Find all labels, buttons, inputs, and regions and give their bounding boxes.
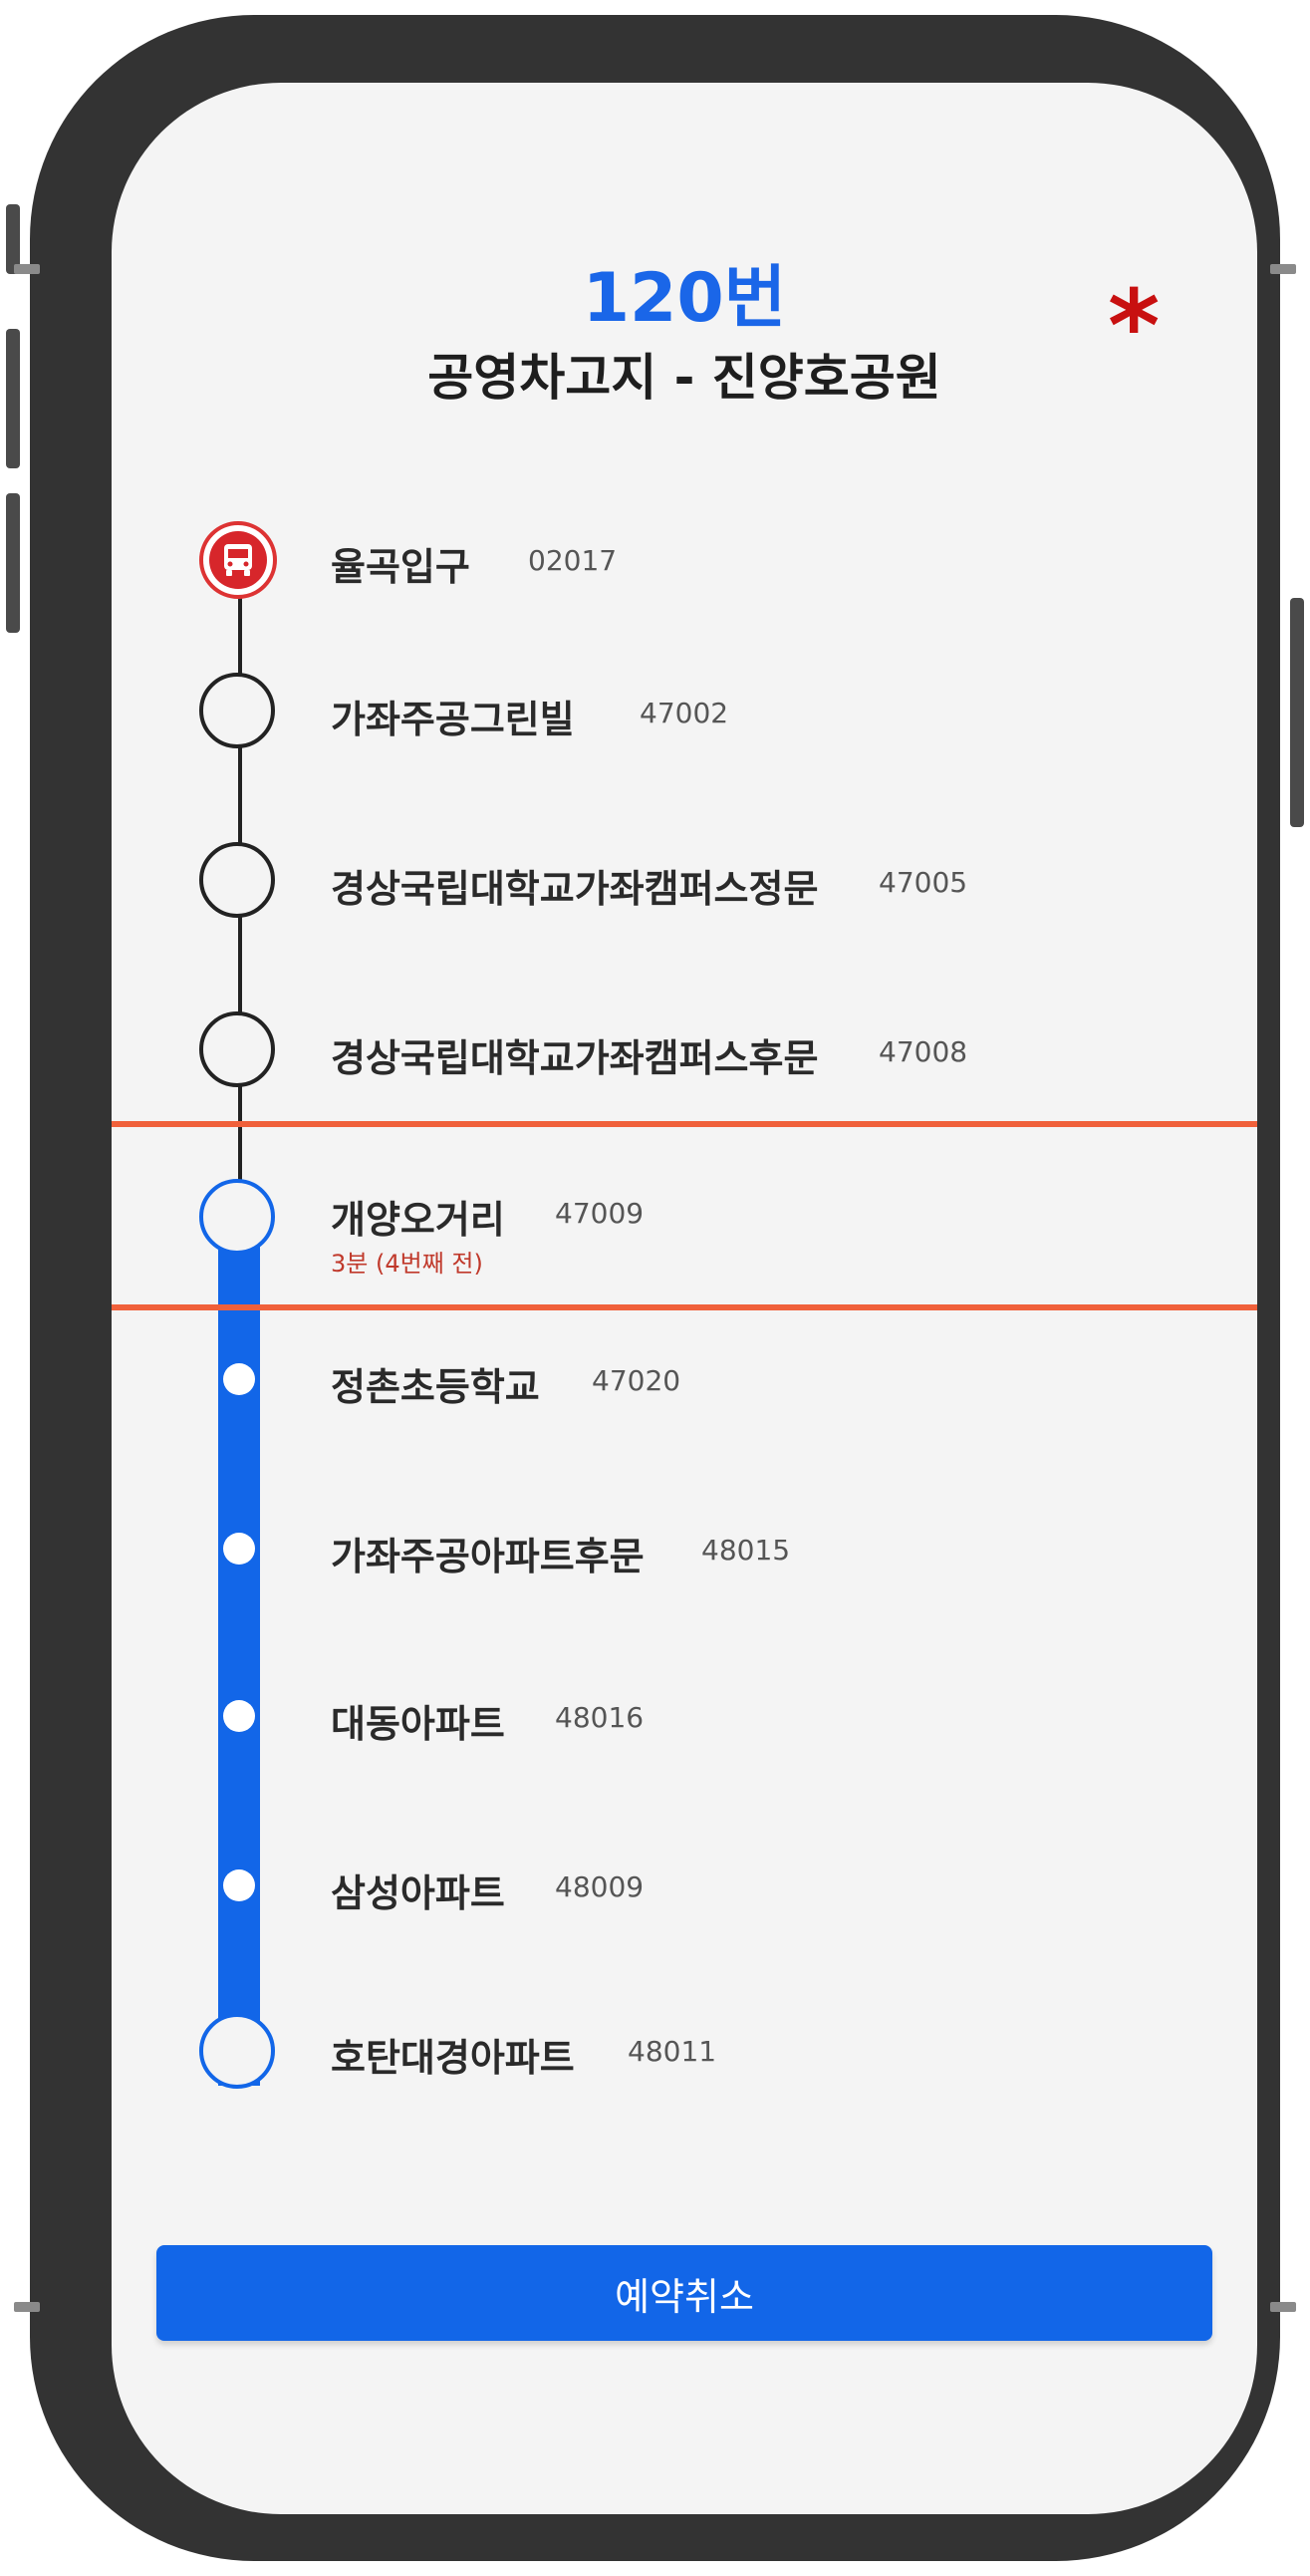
stop-marker xyxy=(199,2013,275,2089)
stop-code: 48016 xyxy=(555,1701,645,1734)
stop-code: 48015 xyxy=(701,1534,791,1567)
stop-marker xyxy=(199,673,275,748)
stop-code: 02017 xyxy=(528,544,618,577)
list-item[interactable]: 정촌초등학교 47020 xyxy=(112,1338,1257,1498)
stop-name: 개양오거리 xyxy=(331,1198,505,1242)
list-item[interactable]: 개양오거리 47009 3분 (4번째 전) xyxy=(112,1169,1257,1328)
list-item[interactable]: 대동아파트 48016 xyxy=(112,1675,1257,1835)
stop-code: 48011 xyxy=(628,2035,717,2068)
stop-marker xyxy=(199,1011,275,1087)
stop-code: 48009 xyxy=(555,1870,645,1903)
stop-code: 47005 xyxy=(879,866,968,899)
volume-down-button xyxy=(6,493,20,633)
stop-name: 대동아파트 xyxy=(331,1702,505,1746)
stop-marker xyxy=(223,1533,255,1565)
stop-code: 47020 xyxy=(592,1364,681,1397)
stop-name: 가좌주공그린빌 xyxy=(331,698,575,741)
frame-mark xyxy=(14,2302,40,2312)
stop-code: 47009 xyxy=(555,1197,645,1230)
stop-code: 47008 xyxy=(879,1035,968,1068)
list-item[interactable]: 율곡입구 02017 xyxy=(112,506,1257,666)
stop-name: 삼성아파트 xyxy=(331,1871,505,1915)
frame-mark xyxy=(1270,264,1296,274)
stop-name: 가좌주공아파트후문 xyxy=(331,1535,645,1578)
stop-marker xyxy=(223,1363,255,1395)
bus-icon xyxy=(209,531,267,589)
stop-name: 율곡입구 xyxy=(331,545,470,589)
stop-marker xyxy=(199,842,275,918)
frame-mark xyxy=(1270,2302,1296,2312)
route-number: 120번 xyxy=(582,259,787,338)
favorite-icon[interactable]: * xyxy=(1108,277,1160,377)
list-item[interactable]: 호탄대경아파트 48011 xyxy=(112,2001,1257,2160)
current-bus-marker xyxy=(199,521,277,599)
phone-frame: 120번 공영차고지 - 진양호공원 * 율곡입구 02017 가좌주공그린빌 … xyxy=(6,15,1304,2561)
list-item[interactable]: 경상국립대학교가좌캠퍼스정문 47005 xyxy=(112,830,1257,990)
app-screen: 120번 공영차고지 - 진양호공원 * 율곡입구 02017 가좌주공그린빌 … xyxy=(112,83,1257,2514)
volume-up-button xyxy=(6,329,20,468)
frame-mark xyxy=(14,264,40,274)
stop-name: 호탄대경아파트 xyxy=(331,2036,575,2080)
stop-name: 정촌초등학교 xyxy=(331,1365,540,1409)
stop-marker xyxy=(199,1179,275,1255)
stop-marker xyxy=(223,1869,255,1901)
stop-marker xyxy=(223,1700,255,1732)
stop-code: 47002 xyxy=(640,697,729,729)
stop-name: 경상국립대학교가좌캠퍼스후문 xyxy=(331,1036,819,1080)
route-name: 공영차고지 - 진양호공원 xyxy=(427,349,941,407)
list-item[interactable]: 삼성아파트 48009 xyxy=(112,1845,1257,2004)
stop-name: 경상국립대학교가좌캠퍼스정문 xyxy=(331,867,819,911)
list-item[interactable]: 가좌주공그린빌 47002 xyxy=(112,661,1257,820)
power-button xyxy=(1290,598,1304,827)
list-item[interactable]: 가좌주공아파트후문 48015 xyxy=(112,1508,1257,1667)
arrival-eta: 3분 (4번째 전) xyxy=(331,1250,483,1278)
cancel-reservation-button[interactable]: 예약취소 xyxy=(156,2245,1212,2341)
